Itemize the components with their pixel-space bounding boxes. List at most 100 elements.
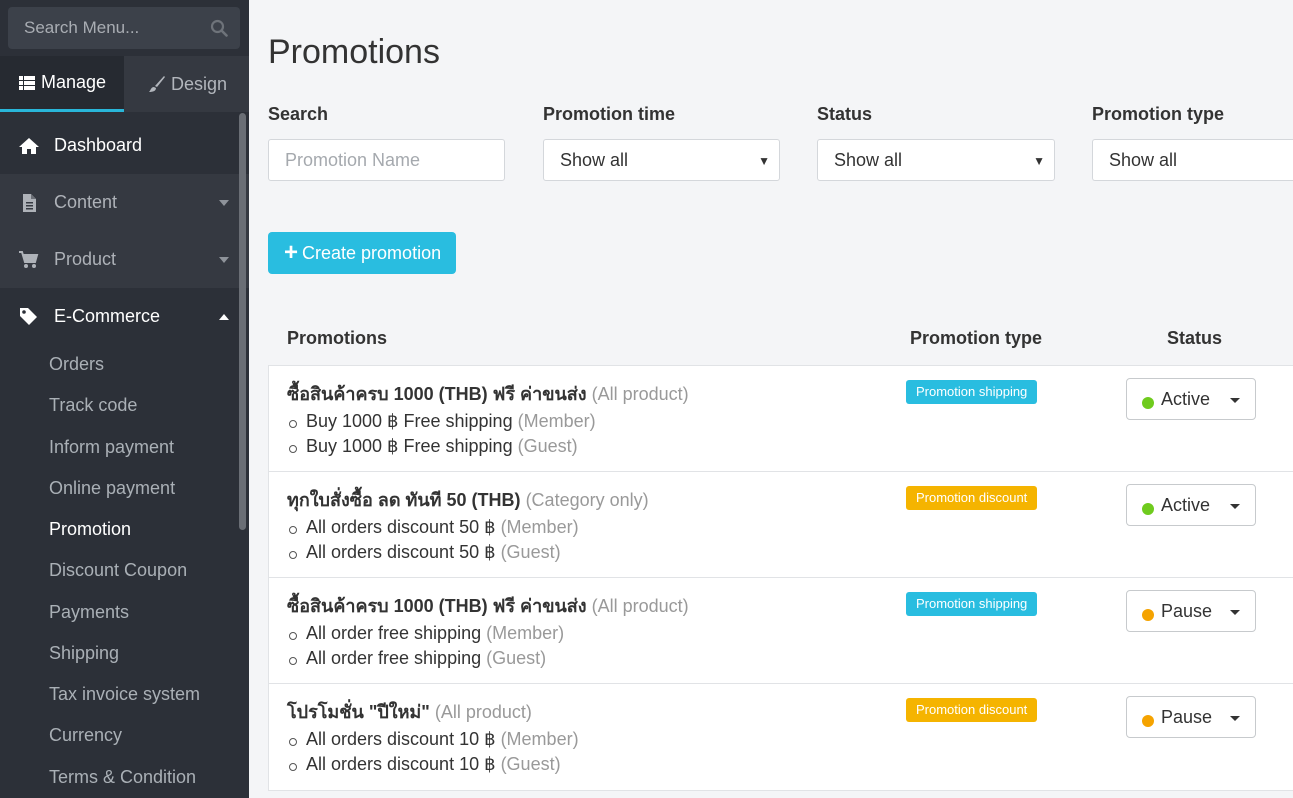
rule-audience: (Member) — [517, 411, 596, 431]
promotion-name-search-input[interactable]: Promotion Name — [268, 139, 505, 181]
chevron-down-icon — [219, 257, 229, 263]
promotion-type-value: Show all — [1109, 150, 1178, 170]
sidebar-item-product-label: Product — [54, 249, 117, 269]
caret-down-icon — [1230, 398, 1240, 403]
tab-design[interactable]: Design — [124, 56, 249, 112]
sidebar-item-dashboard-label: Dashboard — [54, 135, 143, 155]
sidebar-item-promotion[interactable]: Promotion — [49, 519, 131, 540]
plus-icon: + — [284, 239, 299, 266]
search-label: Search — [268, 104, 329, 124]
sidebar-item-content-label: Content — [54, 192, 118, 212]
table-row[interactable]: ซื้อสินค้าครบ 1000 (THB) ฟรี ค่าขนส่ง (A… — [269, 366, 1293, 472]
status-dropdown[interactable]: Pause — [1126, 590, 1256, 632]
promotion-name[interactable]: ซื้อสินค้าครบ 1000 (THB) ฟรี ค่าขนส่ง (A… — [287, 591, 689, 620]
promotions-table: ซื้อสินค้าครบ 1000 (THB) ฟรี ค่าขนส่ง (A… — [268, 365, 1293, 791]
sidebar-tabs: Manage Design — [0, 56, 249, 112]
sidebar-item-payments[interactable]: Payments — [49, 602, 129, 623]
sidebar: Search Menu... Manage Design Dashboard C… — [0, 0, 249, 798]
table-row[interactable]: ทุกใบสั่งซื้อ ลด ทันที 50 (THB) (Categor… — [269, 472, 1293, 578]
home-icon — [19, 138, 39, 154]
caret-down-icon — [1230, 610, 1240, 615]
create-promotion-button[interactable]: + Create promotion — [268, 232, 456, 274]
sidebar-item-content[interactable]: Content — [0, 174, 249, 231]
promotion-rule: Buy 1000 ฿ Free shipping (Member) — [289, 411, 596, 432]
sidebar-item-tax-invoice[interactable]: Tax invoice system — [49, 684, 200, 705]
column-header-promotion-type: Promotion type — [910, 328, 1043, 348]
status-filter-value: Show all — [834, 150, 903, 170]
promotion-title: ทุกใบสั่งซื้อ ลด ทันที 50 (THB) — [287, 490, 521, 510]
status-dot-icon — [1142, 715, 1154, 727]
sidebar-item-track-code[interactable]: Track code — [49, 395, 137, 416]
promotion-rule: All order free shipping (Member) — [288, 623, 564, 644]
rule-audience: (Guest) — [500, 542, 561, 562]
promotion-name[interactable]: ซื้อสินค้าครบ 1000 (THB) ฟรี ค่าขนส่ง (A… — [287, 379, 689, 408]
status-value: Active — [1161, 389, 1211, 409]
promotion-title: โปรโมชั่น "ปีใหม่" — [287, 702, 430, 722]
status-dot-icon — [1142, 609, 1154, 621]
rule-text: All orders discount 10 ฿ — [306, 754, 496, 774]
promotion-scope: (All product) — [434, 702, 532, 722]
rule-audience: (Guest) — [486, 648, 547, 668]
search-menu-input[interactable]: Search Menu... — [8, 7, 240, 49]
promotion-rule: Buy 1000 ฿ Free shipping (Guest) — [289, 436, 578, 457]
promotion-rule: All orders discount 50 ฿ (Member) — [289, 517, 579, 538]
rule-text: Buy 1000 ฿ Free shipping — [306, 436, 513, 456]
main-content: Promotions Search Promotion time Status … — [249, 0, 1293, 798]
promotion-time-label: Promotion time — [543, 104, 676, 124]
status-filter-select[interactable]: Show all ▼ — [817, 139, 1055, 181]
sidebar-item-shipping[interactable]: Shipping — [49, 643, 119, 664]
rule-audience: (Guest) — [500, 754, 561, 774]
rule-text: All orders discount 10 ฿ — [306, 729, 496, 749]
promotion-scope: (Category only) — [525, 490, 649, 510]
status-dot-icon — [1142, 397, 1154, 409]
promotion-name[interactable]: โปรโมชั่น "ปีใหม่" (All product) — [287, 697, 532, 726]
promotion-time-value: Show all — [560, 150, 629, 170]
rule-text: All order free shipping — [306, 623, 482, 643]
promotion-title: ซื้อสินค้าครบ 1000 (THB) ฟรี ค่าขนส่ง — [287, 384, 587, 404]
create-promotion-label: Create promotion — [302, 242, 442, 263]
status-value: Pause — [1161, 707, 1213, 727]
rule-text: All orders discount 50 ฿ — [306, 517, 496, 537]
column-header-status: Status — [1167, 328, 1223, 348]
dropdown-arrow-icon: ▼ — [1033, 154, 1045, 168]
status-value: Active — [1161, 495, 1211, 515]
sidebar-item-dashboard[interactable]: Dashboard — [0, 117, 249, 174]
sidebar-item-ecommerce[interactable]: E-Commerce — [0, 288, 249, 345]
promotion-name-placeholder: Promotion Name — [285, 150, 421, 170]
sidebar-item-product[interactable]: Product — [0, 231, 249, 288]
tab-design-label: Design — [171, 73, 228, 94]
promotion-rule: All orders discount 10 ฿ (Member) — [289, 729, 579, 750]
table-row[interactable]: โปรโมชั่น "ปีใหม่" (All product) All ord… — [269, 684, 1293, 790]
rule-audience: (Member) — [500, 517, 579, 537]
status-dropdown[interactable]: Active — [1126, 378, 1256, 420]
promotion-rule: All orders discount 10 ฿ (Guest) — [289, 754, 561, 775]
sidebar-item-orders[interactable]: Orders — [49, 354, 104, 375]
status-dropdown[interactable]: Pause — [1126, 696, 1256, 738]
promotion-type-badge: Promotion discount — [906, 698, 1038, 722]
brush-icon — [149, 76, 165, 92]
table-row[interactable]: ซื้อสินค้าครบ 1000 (THB) ฟรี ค่าขนส่ง (A… — [269, 578, 1293, 684]
rule-text: All orders discount 50 ฿ — [306, 542, 496, 562]
status-value: Pause — [1161, 601, 1213, 621]
sidebar-item-discount-coupon[interactable]: Discount Coupon — [49, 560, 187, 581]
sidebar-scrollbar[interactable] — [239, 113, 246, 530]
tag-icon — [20, 308, 37, 325]
sidebar-item-currency[interactable]: Currency — [49, 725, 122, 746]
sidebar-item-terms[interactable]: Terms & Condition — [49, 767, 196, 788]
promotion-type-badge: Promotion discount — [906, 486, 1038, 510]
rule-text: Buy 1000 ฿ Free shipping — [306, 411, 513, 431]
sidebar-item-inform-payment[interactable]: Inform payment — [49, 437, 174, 458]
status-dot-icon — [1142, 503, 1154, 515]
promotion-name[interactable]: ทุกใบสั่งซื้อ ลด ทันที 50 (THB) (Categor… — [287, 485, 649, 514]
dropdown-arrow-icon: ▼ — [758, 154, 770, 168]
sidebar-item-online-payment[interactable]: Online payment — [49, 478, 175, 499]
page-title: Promotions — [268, 33, 440, 71]
document-icon — [23, 194, 36, 212]
status-filter-label: Status — [817, 104, 873, 124]
tab-manage[interactable]: Manage — [0, 56, 124, 112]
promotion-time-select[interactable]: Show all ▼ — [543, 139, 780, 181]
status-dropdown[interactable]: Active — [1126, 484, 1256, 526]
caret-down-icon — [1230, 716, 1240, 721]
cart-icon — [19, 251, 39, 268]
promotion-type-select[interactable]: Show all — [1092, 139, 1293, 181]
